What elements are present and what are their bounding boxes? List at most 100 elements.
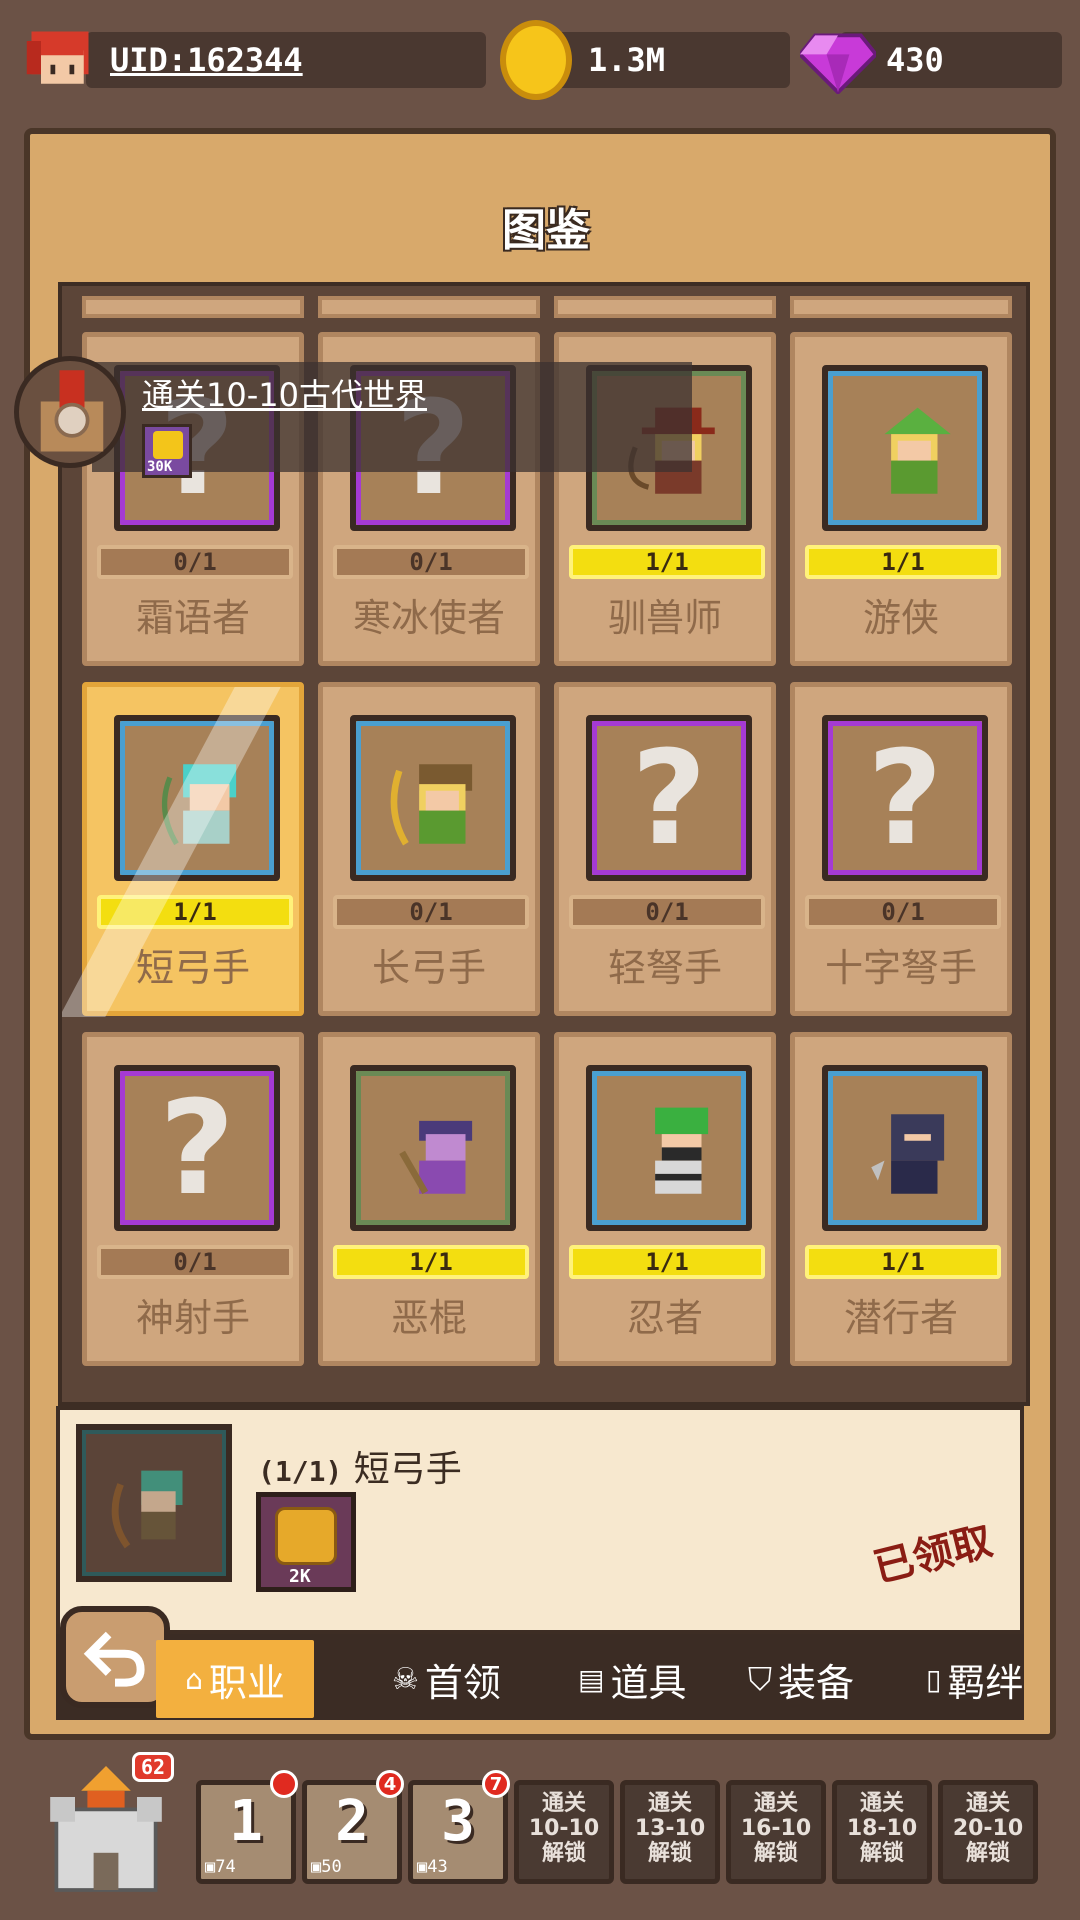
- card-name: 游侠: [862, 596, 939, 640]
- slot-count: ▣74: [205, 1857, 236, 1877]
- player-avatar-icon[interactable]: [22, 22, 98, 98]
- tab-items-label: 道具: [610, 1660, 687, 1705]
- medal-scroll-icon: [14, 356, 126, 468]
- locked-slot-label: 通关 13-10 解锁: [634, 1791, 706, 1866]
- detail-title: (1/1) 短弓手: [258, 1440, 462, 1492]
- card-portrait-frame: ?: [114, 1065, 280, 1231]
- boss-icon: ☠: [392, 1661, 419, 1697]
- coin-count: 1.3M: [588, 41, 666, 79]
- unknown-question-icon: ?: [867, 722, 943, 874]
- codex-card[interactable]: 1/1 游侠: [790, 332, 1012, 666]
- panel-title: 图鉴: [502, 205, 590, 256]
- locked-slot-label: 通关 20-10 解锁: [952, 1791, 1024, 1866]
- slot-number: 2: [335, 1789, 369, 1854]
- card-progress: 0/1: [97, 545, 293, 579]
- card-progress: 0/1: [805, 895, 1001, 929]
- gem-count: 430: [886, 41, 944, 79]
- tab-class[interactable]: ⌂ 职业: [156, 1640, 314, 1718]
- back-button[interactable]: [60, 1606, 170, 1708]
- card-portrait-frame: ?: [586, 715, 752, 881]
- locked-slot[interactable]: 通关 16-10 解锁: [726, 1780, 826, 1884]
- codex-card[interactable]: ? 0/1 神射手: [82, 1032, 304, 1366]
- card-name: 驯兽师: [607, 596, 722, 640]
- tab-equipment[interactable]: ⛉ 装备: [748, 1640, 854, 1718]
- slot-count: ▣50: [311, 1857, 342, 1877]
- short-bow-archer-icon: [111, 1470, 183, 1549]
- notification-badge: 4: [376, 1770, 404, 1798]
- card-progress: 0/1: [97, 1245, 293, 1279]
- codex-card[interactable]: 1/1 潜行者: [790, 1032, 1012, 1366]
- card-portrait-frame: [822, 365, 988, 531]
- codex-card[interactable]: ? 0/1 十字弩手: [790, 682, 1012, 1016]
- character-icon: [884, 407, 951, 494]
- detail-name: 短弓手: [353, 1449, 462, 1490]
- locked-slot[interactable]: 通关 13-10 解锁: [620, 1780, 720, 1884]
- card-portrait-frame: [350, 715, 516, 881]
- detail-portrait: [76, 1424, 232, 1582]
- tab-class-label: 职业: [208, 1660, 285, 1705]
- detail-level: (1/1): [258, 1455, 343, 1488]
- shield-icon: ⛉: [748, 1659, 773, 1698]
- house-icon: ⌂: [185, 1662, 203, 1696]
- slot-number: 1: [229, 1789, 263, 1854]
- card-name: 寒冰使者: [352, 596, 505, 640]
- detail-reward-text: 2K: [289, 1566, 311, 1587]
- card-partial: [82, 296, 304, 318]
- card-name: 恶棍: [390, 1296, 467, 1340]
- gem-icon: [800, 33, 876, 94]
- card-partial: [318, 296, 540, 318]
- codex-card[interactable]: 1/1 忍者: [554, 1032, 776, 1366]
- tooltip-reward-text: 30K: [147, 459, 173, 475]
- character-icon: [399, 1120, 473, 1195]
- uid-pill: UID:162344: [86, 32, 486, 88]
- claimed-stamp: 已领取: [869, 1518, 997, 1592]
- card-partial: [554, 296, 776, 318]
- slot-number: 3: [441, 1789, 475, 1854]
- top-bar: UID:162344 1.3M 430: [0, 0, 1080, 120]
- card-name: 潜行者: [843, 1296, 958, 1340]
- locked-slot[interactable]: 通关 18-10 解锁: [832, 1780, 932, 1884]
- codex-card[interactable]: 1/1 恶棍: [318, 1032, 540, 1366]
- locked-slot-label: 通关 18-10 解锁: [846, 1791, 918, 1866]
- card-portrait-frame: [350, 1065, 516, 1231]
- tooltip-text: 通关10-10古代世界: [142, 376, 427, 414]
- card-name: 神射手: [135, 1296, 250, 1340]
- castle-level-badge: 62: [132, 1752, 174, 1782]
- card-progress: 1/1: [805, 1245, 1001, 1279]
- card-name: 十字弩手: [824, 946, 977, 990]
- card-name: 忍者: [626, 1296, 703, 1340]
- tab-items[interactable]: ▤ 道具: [578, 1640, 686, 1718]
- card-portrait-frame: [822, 1065, 988, 1231]
- card-portrait-frame: ?: [822, 715, 988, 881]
- locked-slot[interactable]: 通关 10-10 解锁: [514, 1780, 614, 1884]
- locked-slot[interactable]: 通关 20-10 解锁: [938, 1780, 1038, 1884]
- card-progress: 1/1: [569, 1245, 765, 1279]
- chest-icon: ▤: [578, 1662, 605, 1696]
- detail-reward[interactable]: 2K: [256, 1492, 356, 1592]
- codex-card[interactable]: ? 0/1 轻弩手: [554, 682, 776, 1016]
- card-progress: 1/1: [569, 545, 765, 579]
- card-name: 长弓手: [371, 946, 486, 990]
- tab-bond[interactable]: ▯ 羁绊: [926, 1640, 1042, 1718]
- locked-slot-label: 通关 10-10 解锁: [528, 1791, 600, 1866]
- card-progress: 0/1: [333, 545, 529, 579]
- card-progress: 0/1: [569, 895, 765, 929]
- unknown-question-icon: ?: [159, 1072, 235, 1224]
- card-portrait-frame: [586, 1065, 752, 1231]
- tab-bond-label: 羁绊: [947, 1660, 1024, 1705]
- tab-boss[interactable]: ☠ 首领: [392, 1640, 501, 1718]
- unknown-question-icon: ?: [631, 722, 707, 874]
- coin-icon: [500, 20, 572, 100]
- character-icon: [655, 1107, 709, 1194]
- coin-pill: 1.3M: [540, 32, 790, 88]
- character-icon: [871, 1114, 945, 1194]
- card-name: 轻弩手: [607, 946, 722, 990]
- card-progress: 1/1: [333, 1245, 529, 1279]
- character-icon: [390, 764, 473, 846]
- uid-text: UID:162344: [110, 41, 303, 79]
- card-progress: 0/1: [333, 895, 529, 929]
- codex-card[interactable]: 1/1 短弓手: [62, 682, 304, 1017]
- codex-card[interactable]: 0/1 长弓手: [318, 682, 540, 1016]
- card-name: 霜语者: [135, 596, 250, 640]
- book-icon: ▯: [926, 1662, 942, 1696]
